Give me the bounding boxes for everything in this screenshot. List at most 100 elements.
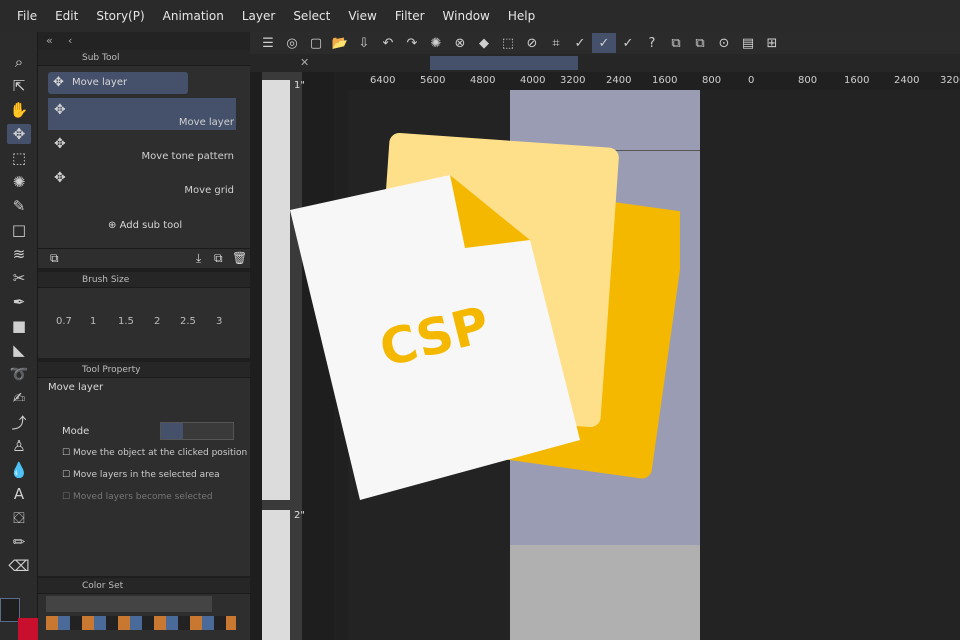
settings-icon[interactable]: ⧉ [50,251,59,266]
move-icon: ✥ [53,75,64,90]
new-icon[interactable]: ▢ [304,33,328,53]
operation-icon[interactable]: ⇱ [7,76,31,96]
main-color-swatch[interactable] [0,598,20,622]
sub-tool-current[interactable]: ✥ Move layer [48,72,188,94]
vector-icon[interactable]: ✍ [7,388,31,408]
menu-edit[interactable]: Edit [46,9,87,23]
color-set-dropdown[interactable] [46,596,212,612]
figure-icon[interactable]: □ [7,220,31,240]
open-icon[interactable]: 📂 [328,33,352,53]
option-move-object[interactable]: ☐ Move the object at the clicked positio… [62,448,247,458]
brush-size-option[interactable]: 1.5 [118,316,134,327]
loading-icon[interactable]: ✺ [424,33,448,53]
save-icon[interactable]: ⇩ [352,33,376,53]
import-icon[interactable]: ⤓ [196,251,201,266]
menu-file[interactable]: File [8,9,46,23]
check-icon[interactable]: ✓ [568,33,592,53]
help-icon[interactable]: ? [640,33,664,53]
transform-icon[interactable]: ⬚ [496,33,520,53]
mode-selector[interactable] [160,422,234,440]
story-page-2[interactable] [262,510,290,640]
redo-icon[interactable]: ↷ [400,33,424,53]
eraser-icon[interactable]: ⌫ [7,556,31,576]
color-set-header: Color Set [38,578,250,594]
app-icon[interactable]: ◎ [280,33,304,53]
fill-icon[interactable]: ◣ [7,340,31,360]
grid-icon[interactable]: ⊞ [760,33,784,53]
move-layer-icon[interactable]: ✥ [7,124,31,144]
color-swatches[interactable] [46,616,236,630]
close-tab-icon[interactable]: ✕ [300,56,309,69]
mode-label: Mode [62,426,90,437]
back-icon[interactable]: ‹ [68,34,72,47]
blend-icon[interactable]: 💧 [7,460,31,480]
ruler-label: 2400 [894,75,920,86]
deselect-icon[interactable]: ⊘ [520,33,544,53]
menu-story[interactable]: Story(P) [87,9,153,23]
line-correction-icon[interactable]: ⤴ [7,412,31,432]
brush-check-icon[interactable]: ✓ [592,33,616,53]
sub-tool-item-move-grid[interactable]: ✥ Move grid [48,166,236,198]
menu-filter[interactable]: Filter [386,9,434,23]
brush-size-option[interactable]: 1 [90,316,96,327]
menu-view[interactable]: View [339,9,385,23]
sub-tool-header: Sub Tool [38,50,250,66]
auto-select-icon[interactable]: ✺ [7,172,31,192]
lasso-icon[interactable]: ➰ [7,364,31,384]
sub-tool-title: Sub Tool [82,52,120,63]
undo-icon[interactable]: ↶ [376,33,400,53]
add-sub-tool-button[interactable]: ⊕ Add sub tool [108,220,182,231]
ruler-icon[interactable]: ≋ [7,244,31,264]
collapse-icon[interactable]: « [46,34,53,47]
brush-size-option[interactable]: 0.7 [56,316,72,327]
selection-icon[interactable]: ⬚ [7,148,31,168]
bucket-icon[interactable]: ⛋ [7,508,31,528]
brush-size-option[interactable]: 2 [154,316,160,327]
ruler-label: 0 [748,75,755,86]
document-tabbar: ✕ [250,54,960,72]
tool-property-header: Tool Property [38,362,250,378]
sub-tool-tabbar: « ‹ [38,32,250,50]
brush-size-option[interactable]: 2.5 [180,316,196,327]
book-icon[interactable]: ▤ [736,33,760,53]
tool-property-name: Move layer [48,382,104,393]
menu-animation[interactable]: Animation [154,9,233,23]
copy-icon[interactable]: ⧉ [688,33,712,53]
pencil-icon[interactable]: ✏ [7,532,31,552]
ruler-label: 1600 [652,75,678,86]
option-move-selected[interactable]: ☐ Move layers in the selected area [62,470,220,480]
sub-tool-item-move-layer[interactable]: ✥ Move layer [48,98,236,130]
3d-icon[interactable]: ♙ [7,436,31,456]
clear-icon[interactable]: ⊗ [448,33,472,53]
mode-option-active[interactable] [161,423,183,439]
menu-help[interactable]: Help [499,9,544,23]
pen-check-icon[interactable]: ✓ [616,33,640,53]
fill-icon[interactable]: ◆ [472,33,496,53]
zoom-icon[interactable]: ⌕ [7,52,31,72]
option-label: Moved layers become selected [72,492,213,502]
eyedropper-icon[interactable]: ✎ [7,196,31,216]
duplicate-icon[interactable]: ⧉ [214,251,223,266]
text-icon[interactable]: A [7,484,31,504]
pen-icon[interactable]: ✒ [7,292,31,312]
hand-icon[interactable]: ✋ [7,100,31,120]
active-tab[interactable] [430,56,578,70]
menu-icon[interactable]: ☰ [256,33,280,53]
frame-icon[interactable]: ✂ [7,268,31,288]
menu-select[interactable]: Select [284,9,339,23]
sub-tool-item-label: Move tone pattern [141,151,234,162]
sub-tool-footer: ⧉ ⤓ ⧉ 🗑 [38,248,250,268]
export-icon[interactable]: ⧉ [664,33,688,53]
menu-window[interactable]: Window [434,9,499,23]
menu-layer[interactable]: Layer [233,9,284,23]
crop-icon[interactable]: ⌗ [544,33,568,53]
option-become-selected[interactable]: ☐ Moved layers become selected [62,492,213,502]
trash-icon[interactable]: 🗑 [232,251,247,265]
ruler-label: 3200 [940,75,960,86]
brush-size-option[interactable]: 3 [216,316,222,327]
camera-icon[interactable]: ⊙ [712,33,736,53]
gradient-icon[interactable]: ■ [7,316,31,336]
sub-tool-item-move-tone[interactable]: ✥ Move tone pattern [48,132,236,164]
tool-property-title: Tool Property [82,364,141,375]
sub-color-swatch[interactable] [18,618,40,640]
